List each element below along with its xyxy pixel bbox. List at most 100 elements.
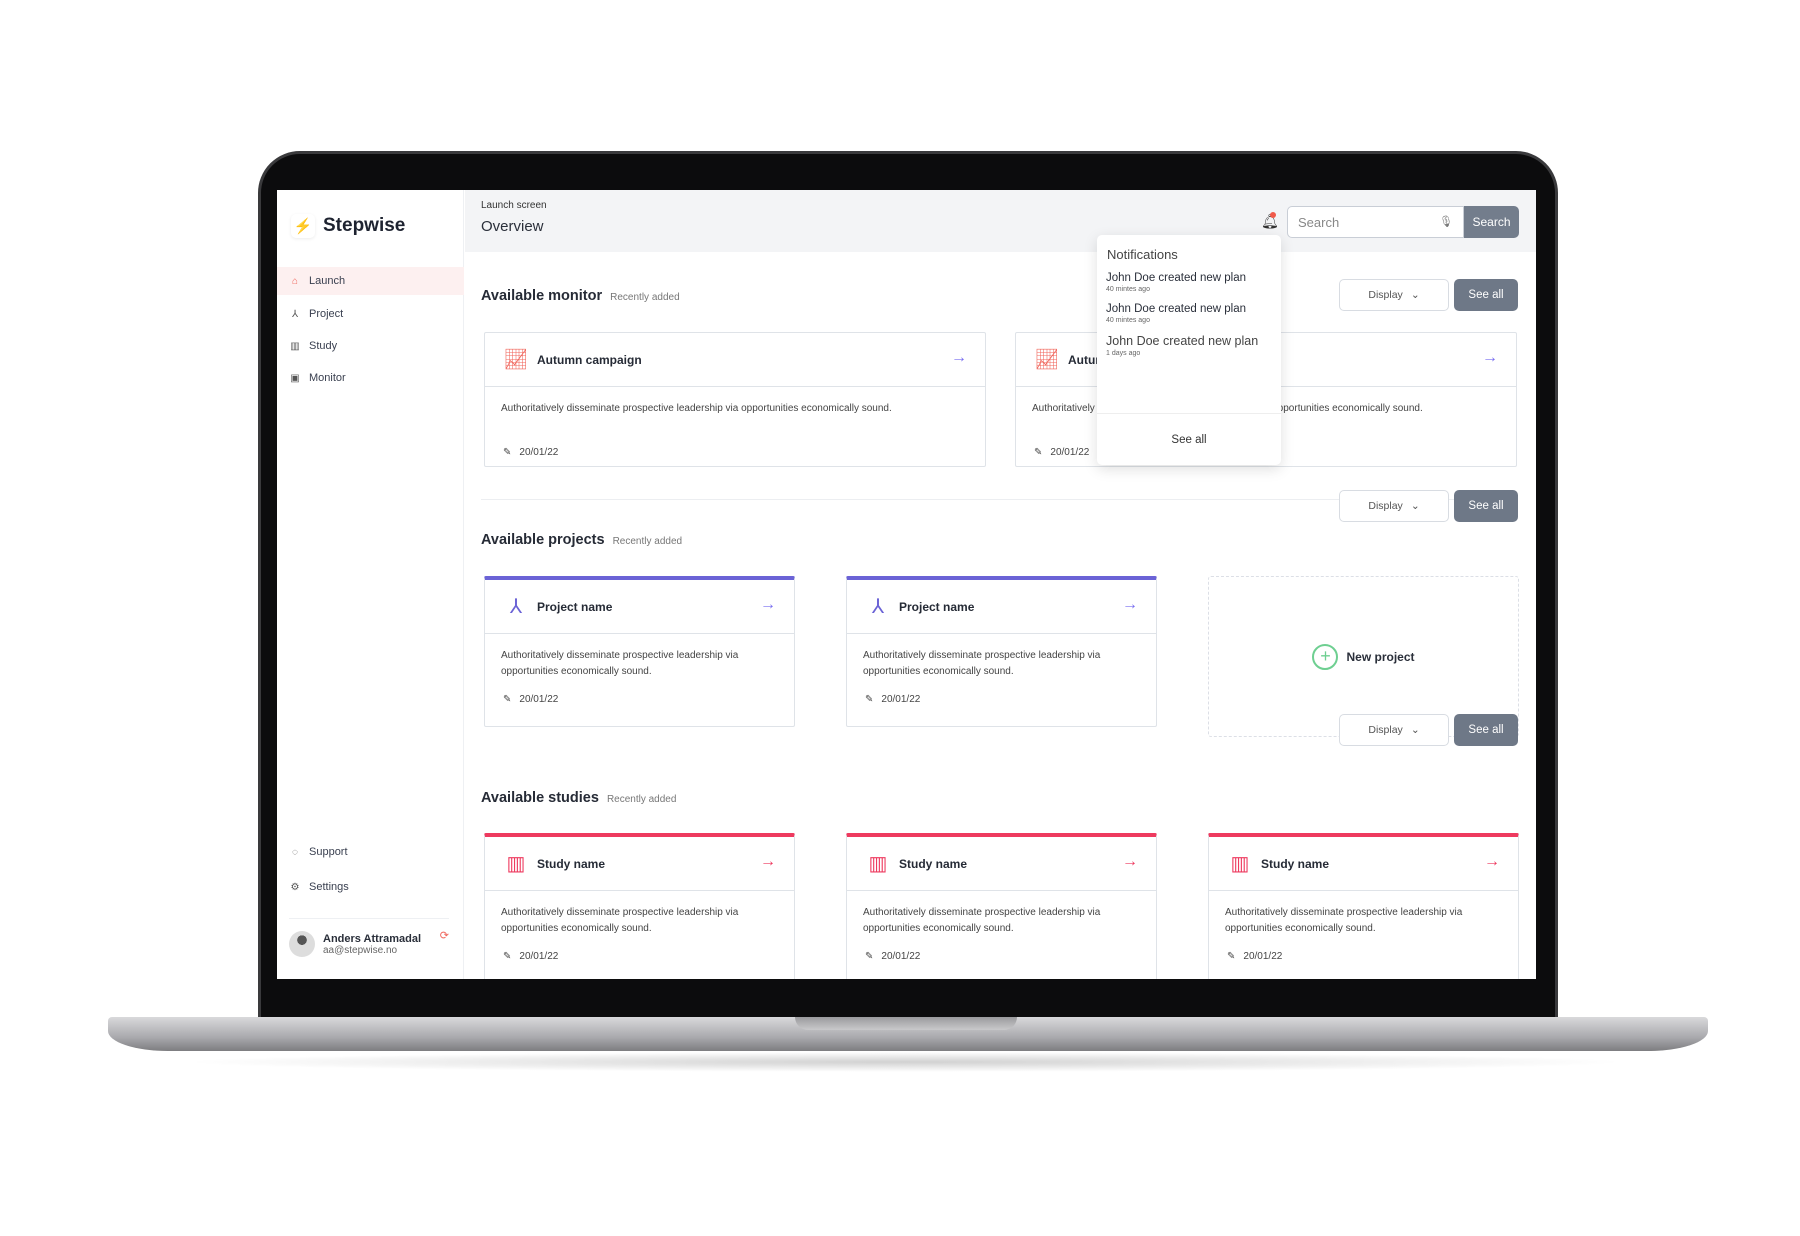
card-title: Autumn campaign: [537, 352, 642, 367]
arrow-right-icon[interactable]: →: [760, 596, 776, 614]
card-header: ▥ Study name →: [847, 837, 1156, 891]
microphone-icon[interactable]: 🎙︎: [1439, 215, 1453, 228]
monitor-card[interactable]: 📈︎ Autumn campaign → Authoritatively disse…: [484, 332, 986, 467]
logout-icon[interactable]: ⟳: [440, 929, 449, 942]
breadcrumb[interactable]: Launch screen: [481, 200, 547, 211]
arrow-right-icon[interactable]: →: [1122, 596, 1138, 614]
arrow-right-icon[interactable]: →: [1484, 853, 1500, 871]
arrow-right-icon[interactable]: →: [1482, 349, 1498, 367]
pencil-icon: ✎: [1034, 447, 1043, 458]
section-title-projects: Available projects Recently added: [481, 532, 682, 548]
notification-text: John Doe created new plan: [1106, 334, 1259, 348]
presentation-chart-icon: 📈︎: [503, 349, 529, 371]
section-title-text: Available studies: [481, 790, 599, 806]
sidebar-item-label: Launch: [309, 275, 346, 287]
card-header: ▥ Study name →: [1209, 837, 1518, 891]
notifications-dropdown: Notifications John Doe created new plan 4…: [1097, 235, 1281, 465]
projects-card[interactable]: ⅄ Project name → Authoritatively dissemina…: [484, 576, 795, 727]
app-screen: ⚡ Stepwise ⌂ Launch ⅄ Project ▥ Study ▣ Moni…: [277, 190, 1536, 979]
card-date: ✎ 20/01/22: [485, 447, 985, 458]
section-title-text: Available monitor: [481, 288, 603, 304]
sidebar-item-settings[interactable]: ⚙ Settings: [277, 873, 464, 901]
support-icon: ◌: [292, 846, 298, 858]
card-header: ▥ Study name →: [485, 837, 794, 891]
search-button[interactable]: Search: [1464, 206, 1519, 238]
see-all-button[interactable]: See all: [1454, 279, 1518, 311]
sidebar: ⚡ Stepwise ⌂ Launch ⅄ Project ▥ Study ▣ Moni…: [277, 190, 464, 979]
see-all-button[interactable]: See all: [1454, 714, 1518, 746]
pencil-icon: ✎: [865, 694, 874, 705]
notification-dot: [1270, 212, 1276, 218]
arrow-right-icon[interactable]: →: [1122, 853, 1138, 871]
notification-item[interactable]: John Doe created new plan 1 days ago: [1097, 324, 1281, 357]
notifications-see-all[interactable]: See all: [1097, 413, 1281, 465]
sidebar-item-label: Monitor: [309, 372, 346, 384]
new-project-button[interactable]: + New project: [1208, 576, 1519, 737]
presentation-chart-icon: 📈︎: [1034, 349, 1060, 371]
arrow-right-icon[interactable]: →: [760, 853, 776, 871]
card-title: Project name: [537, 599, 613, 614]
pencil-icon: ✎: [865, 951, 874, 962]
sidebar-item-project[interactable]: ⅄ Project: [277, 300, 464, 328]
studies-card[interactable]: ▥ Study name → Authoritatively disseminate…: [484, 833, 795, 979]
notification-item[interactable]: John Doe created new plan 40 mintes ago: [1097, 293, 1281, 324]
display-label: Display: [1368, 724, 1403, 736]
brand-name: Stepwise: [323, 215, 406, 236]
card-title: Project name: [899, 599, 975, 614]
card-date: ✎ 20/01/22: [847, 951, 1156, 962]
laptop-shadow: [180, 1052, 1630, 1072]
section-subtitle: Recently added: [610, 292, 680, 303]
notification-time: 40 mintes ago: [1106, 286, 1150, 293]
section-title-monitor: Available monitor Recently added: [481, 288, 680, 304]
sidebar-item-launch[interactable]: ⌂ Launch: [277, 267, 464, 295]
card-date-text: 20/01/22: [519, 447, 559, 458]
sidebar-item-label: Study: [309, 340, 338, 352]
card-title: Study name: [537, 856, 606, 871]
card-date-text: 20/01/22: [519, 694, 559, 705]
card-date-text: 20/01/22: [1050, 447, 1090, 458]
card-date-text: 20/01/22: [519, 951, 559, 962]
projects-card[interactable]: ⅄ Project name → Authoritatively dissemina…: [846, 576, 1157, 727]
project-network-icon: ⅄: [509, 596, 523, 618]
section-subtitle: Recently added: [606, 794, 677, 805]
sidebar-item-study[interactable]: ▥ Study: [277, 332, 464, 360]
section-subtitle: Recently added: [612, 536, 683, 547]
see-all-button[interactable]: See all: [1454, 490, 1518, 522]
display-label: Display: [1368, 500, 1403, 512]
pencil-icon: ✎: [503, 447, 512, 458]
user-profile[interactable]: Anders Attramadal aa@stepwise.no ⟳: [289, 918, 449, 957]
monitor-icon: ▣: [290, 372, 300, 384]
display-dropdown[interactable]: Display ⌄: [1339, 279, 1449, 311]
sidebar-item-support[interactable]: ◌ Support: [277, 838, 464, 866]
card-description: Authoritatively disseminate prospective …: [501, 650, 739, 677]
card-description: Authoritatively disseminate prospective …: [863, 907, 1101, 934]
display-dropdown[interactable]: Display ⌄: [1339, 490, 1449, 522]
sidebar-item-monitor[interactable]: ▣ Monitor: [277, 364, 464, 392]
card-description: Authoritatively disseminate prospective …: [1225, 907, 1463, 934]
sidebar-item-label: Support: [309, 846, 348, 858]
gear-icon: ⚙: [290, 881, 300, 893]
bar-chart-icon: ▥: [1230, 853, 1250, 875]
chevron-down-icon: ⌄: [1410, 289, 1420, 301]
bar-chart-icon: ▥: [506, 853, 526, 875]
page-title: Overview: [481, 218, 544, 235]
card-description: Authoritatively disseminate prospective …: [501, 907, 739, 934]
arrow-right-icon[interactable]: →: [951, 349, 967, 367]
card-title: Study name: [1261, 856, 1330, 871]
card-date: ✎ 20/01/22: [485, 694, 794, 705]
studies-card[interactable]: ▥ Study name → Authoritatively disseminate…: [1208, 833, 1519, 979]
notifications-title: Notifications: [1107, 247, 1178, 262]
notification-time: 40 mintes ago: [1106, 317, 1150, 324]
search-input[interactable]: Search 🎙︎: [1287, 206, 1464, 238]
studies-card[interactable]: ▥ Study name → Authoritatively disseminate…: [846, 833, 1157, 979]
card-title: Study name: [899, 856, 968, 871]
display-dropdown[interactable]: Display ⌄: [1339, 714, 1449, 746]
laptop-notch: [795, 1017, 1017, 1030]
notification-text: John Doe created new plan: [1106, 303, 1247, 315]
notification-item[interactable]: John Doe created new plan 40 mintes ago: [1097, 262, 1281, 293]
user-email: aa@stepwise.no: [323, 944, 398, 956]
card-header: 📈︎ Autumn campaign →: [485, 333, 985, 387]
notification-text: John Doe created new plan: [1106, 272, 1247, 284]
search-placeholder: Search: [1298, 214, 1340, 230]
logo[interactable]: ⚡ Stepwise: [291, 214, 406, 238]
